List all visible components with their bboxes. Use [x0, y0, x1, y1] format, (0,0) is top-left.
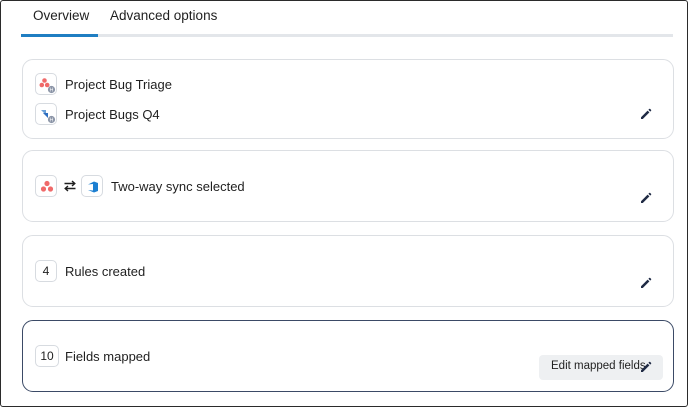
pencil-icon[interactable]: [639, 107, 653, 121]
pencil-icon[interactable]: [639, 276, 653, 290]
rules-count: 4: [35, 260, 57, 282]
pencil-icon: [639, 360, 653, 374]
sync-status-label: Two-way sync selected: [111, 179, 245, 194]
fields-label: Fields mapped: [65, 349, 151, 364]
azure-devops-logo-icon: [81, 175, 103, 197]
active-tab-indicator: [21, 34, 98, 37]
rules-label: Rules created: [65, 264, 146, 279]
svg-text:H: H: [50, 88, 54, 94]
source-project-name: Project Bug Triage: [65, 77, 172, 92]
two-way-arrows-icon: [63, 179, 77, 193]
tab-advanced-options[interactable]: Advanced options: [110, 8, 217, 23]
fields-card: 10 Fields mapped Edit mapped fields: [22, 320, 674, 392]
pencil-icon[interactable]: [639, 191, 653, 205]
jira-logo-icon: H: [35, 103, 57, 125]
svg-text:H: H: [50, 118, 54, 124]
edit-mapped-fields-button[interactable]: Edit mapped fields: [539, 355, 663, 380]
projects-card: H Project Bug Triage H Project Bugs Q4: [22, 59, 674, 139]
sync-card: Two-way sync selected: [22, 150, 674, 222]
target-project-name: Project Bugs Q4: [65, 107, 160, 122]
tab-bar: Overview Advanced options: [21, 1, 673, 37]
tab-overview[interactable]: Overview: [33, 8, 89, 23]
fields-count: 10: [35, 345, 59, 367]
sync-overview-panel: Overview Advanced options H Project Bug …: [0, 0, 688, 407]
asana-logo-icon: H: [35, 73, 57, 95]
asana-logo-icon: [35, 175, 57, 197]
rules-card: 4 Rules created: [22, 235, 674, 307]
edit-mapped-fields-label: Edit mapped fields: [551, 360, 646, 372]
